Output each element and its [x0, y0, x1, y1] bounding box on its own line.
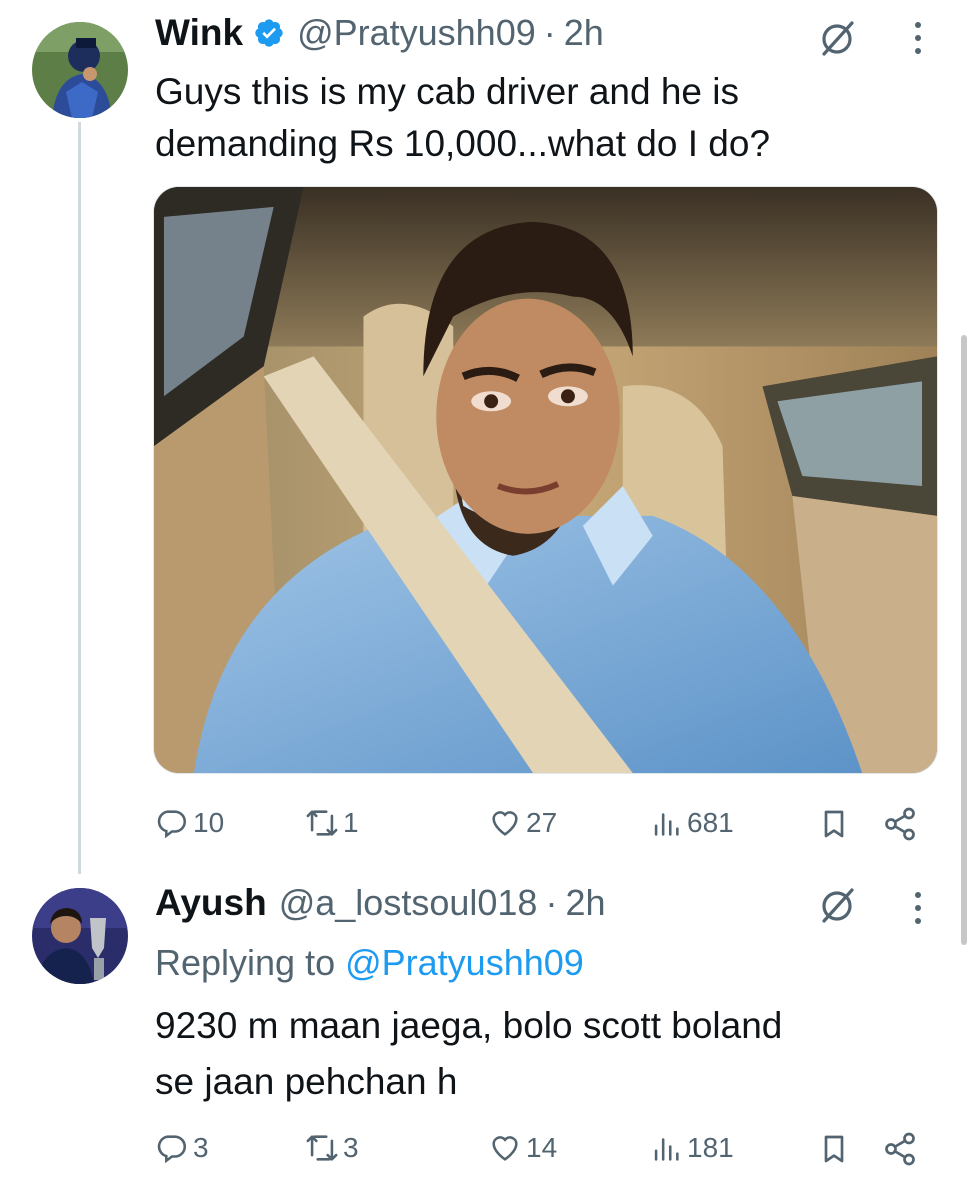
views-button[interactable]: 181 [649, 1131, 734, 1165]
replying-to-mention[interactable]: @Pratyushh09 [345, 942, 584, 983]
views-count: 181 [687, 1132, 734, 1163]
bookmark-icon[interactable] [818, 808, 850, 840]
like-icon [492, 1136, 518, 1161]
thread-line [78, 122, 81, 874]
bookmark-icon[interactable] [818, 1133, 850, 1165]
author-handle[interactable]: @Pratyushh09 [297, 12, 536, 54]
reply-timestamp[interactable]: 2h [565, 882, 605, 924]
reply-text: 9230 m maan jaega, bolo scott boland se … [155, 998, 935, 1110]
photo-image [154, 187, 937, 773]
reply-text-line: se jaan pehchan h [155, 1061, 458, 1102]
more-icon[interactable] [913, 890, 923, 926]
like-count: 14 [526, 1132, 558, 1163]
views-button[interactable]: 681 [649, 806, 734, 840]
retweet-count: 1 [343, 807, 359, 838]
grok-icon[interactable] [818, 885, 858, 925]
views-count: 681 [687, 807, 734, 838]
reply-author-handle[interactable]: @a_lostsoul018 [279, 882, 538, 924]
reply-header: Ayush @a_lostsoul018 · 2h [155, 882, 605, 924]
reply-author-avatar[interactable] [32, 888, 128, 984]
reply-icon [157, 1135, 187, 1164]
like-count: 27 [526, 807, 558, 838]
retweet-icon [306, 810, 338, 836]
replying-to-label: Replying to [155, 942, 346, 983]
separator-dot: · [543, 12, 556, 53]
reply-action-bar: 3 3 14 181 [155, 1131, 930, 1171]
share-icon[interactable] [882, 806, 918, 842]
grok-icon[interactable] [818, 18, 858, 58]
views-icon [654, 1138, 679, 1161]
retweet-button[interactable]: 3 [305, 1131, 359, 1165]
retweet-button[interactable]: 1 [305, 806, 359, 840]
tweet-text-line: demanding Rs 10,000...what do I do? [155, 123, 771, 164]
verified-badge-icon [253, 17, 285, 49]
retweet-icon [306, 1135, 338, 1161]
scrollbar-thumb[interactable] [961, 335, 967, 945]
author-avatar[interactable] [32, 22, 128, 118]
tweet-header: Wink @Pratyushh09 · 2h [155, 12, 604, 54]
author-name[interactable]: Wink [155, 12, 243, 54]
like-icon [492, 811, 518, 836]
avatar-image [32, 22, 128, 118]
reply-button[interactable]: 3 [155, 1131, 209, 1165]
reply-text-line: 9230 m maan jaega, bolo scott boland [155, 1005, 783, 1046]
timestamp[interactable]: 2h [564, 12, 604, 54]
separator-dot: · [545, 882, 558, 923]
like-button[interactable]: 27 [488, 806, 557, 840]
reply-count: 3 [193, 1132, 209, 1163]
reply-button[interactable]: 10 [155, 806, 224, 840]
retweet-count: 3 [343, 1132, 359, 1163]
views-icon [654, 813, 679, 836]
reply-icon [157, 810, 187, 839]
tweet-text-line: Guys this is my cab driver and he is [155, 71, 739, 112]
reply-author-name[interactable]: Ayush [155, 882, 267, 924]
tweet-media-photo[interactable] [153, 186, 938, 774]
tweet-text: Guys this is my cab driver and he is dem… [155, 66, 935, 170]
tweet-action-bar: 10 1 27 681 [155, 806, 930, 846]
avatar-image [32, 888, 128, 984]
reply-count: 10 [193, 807, 225, 838]
replying-to: Replying to @Pratyushh09 [155, 942, 584, 984]
more-icon[interactable] [913, 20, 923, 56]
like-button[interactable]: 14 [488, 1131, 557, 1165]
share-icon[interactable] [882, 1131, 918, 1167]
